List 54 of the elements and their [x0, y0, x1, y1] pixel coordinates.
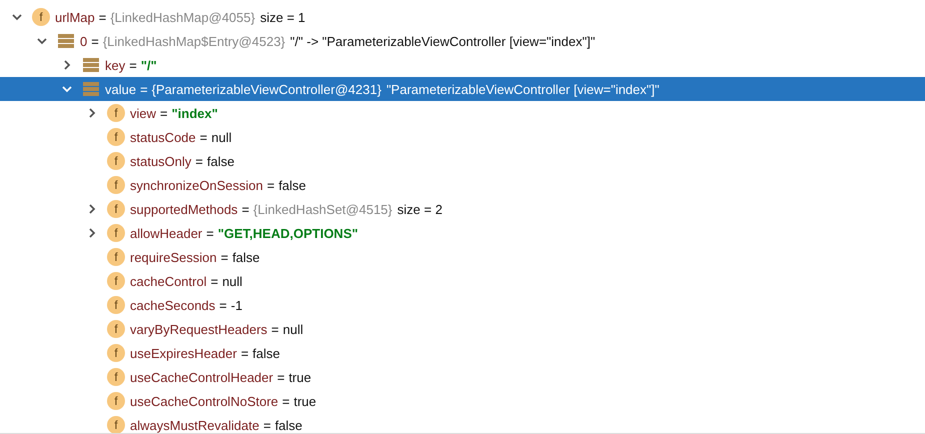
tree-row[interactable]: f allowHeader = "GET,HEAD,OPTIONS"	[0, 221, 925, 245]
list-icon	[82, 57, 100, 73]
tree-row[interactable]: f useCacheControlNoStore = true	[0, 389, 925, 413]
tree-row[interactable]: f statusOnly = false	[0, 149, 925, 173]
variable-text: cacheControl = null	[130, 274, 242, 288]
variable-text: view = "index"	[130, 106, 218, 120]
tree-row[interactable]: f statusCode = null	[0, 125, 925, 149]
variable-text: alwaysMustRevalidate = false	[130, 418, 302, 432]
tree-row[interactable]: f synchronizeOnSession = false	[0, 173, 925, 197]
tree-row[interactable]: 0 = {LinkedHashMap$Entry@4523} "/" -> "ParameterizableViewController [view="index"]"	[0, 29, 925, 53]
field-icon: f	[107, 176, 125, 194]
field-icon: f	[107, 104, 125, 122]
tree-row[interactable]: f alwaysMustRevalidate = false	[0, 413, 925, 433]
list-icon	[82, 81, 100, 97]
tree-row[interactable]: f cacheControl = null	[0, 269, 925, 293]
variable-text: cacheSeconds = -1	[130, 298, 242, 312]
variable-text: statusOnly = false	[130, 154, 234, 168]
list-icon	[57, 33, 75, 49]
variable-text: synchronizeOnSession = false	[130, 178, 306, 192]
field-icon: f	[107, 152, 125, 170]
field-icon: f	[107, 296, 125, 314]
variable-text: urlMap = {LinkedHashMap@4055} size = 1	[55, 10, 306, 24]
field-icon: f	[107, 200, 125, 218]
field-icon: f	[32, 8, 50, 26]
tree-row[interactable]: f supportedMethods = {LinkedHashSet@4515} size = 2	[0, 197, 925, 221]
variable-text: allowHeader = "GET,HEAD,OPTIONS"	[130, 226, 358, 240]
variable-text: requireSession = false	[130, 250, 260, 264]
tree-row[interactable]: f view = "index"	[0, 101, 925, 125]
field-icon: f	[107, 224, 125, 242]
variable-text: useCacheControlNoStore = true	[130, 394, 316, 408]
tree-row[interactable]: f requireSession = false	[0, 245, 925, 269]
variable-text: key = "/"	[105, 58, 157, 72]
tree-row[interactable]: f cacheSeconds = -1	[0, 293, 925, 317]
field-icon: f	[107, 416, 125, 433]
variable-text: supportedMethods = {LinkedHashSet@4515} size = 2	[130, 202, 442, 216]
variable-text: statusCode = null	[130, 130, 232, 144]
field-icon: f	[107, 128, 125, 146]
field-icon: f	[107, 248, 125, 266]
tree-row[interactable]: f urlMap = {LinkedHashMap@4055} size = 1	[0, 5, 925, 29]
tree-row[interactable]: value = {ParameterizableViewController@4231} "ParameterizableViewController [view="index"]"	[0, 77, 925, 101]
variable-text: useExpiresHeader = false	[130, 346, 280, 360]
field-icon: f	[107, 368, 125, 386]
variable-text: varyByRequestHeaders = null	[130, 322, 304, 336]
tree-row[interactable]: f varyByRequestHeaders = null	[0, 317, 925, 341]
field-icon: f	[107, 344, 125, 362]
variable-text: useCacheControlHeader = true	[130, 370, 312, 384]
field-icon: f	[107, 392, 125, 410]
tree-row[interactable]: f useExpiresHeader = false	[0, 341, 925, 365]
field-icon: f	[107, 272, 125, 290]
variable-text: 0 = {LinkedHashMap$Entry@4523} "/" -> "ParameterizableViewController [view="index"]"	[80, 34, 596, 48]
tree-row[interactable]: key = "/"	[0, 53, 925, 77]
tree-row[interactable]: f useCacheControlHeader = true	[0, 365, 925, 389]
field-icon: f	[107, 320, 125, 338]
variable-text: value = {ParameterizableViewController@4231} "ParameterizableViewController [view="index"]"	[105, 82, 660, 96]
